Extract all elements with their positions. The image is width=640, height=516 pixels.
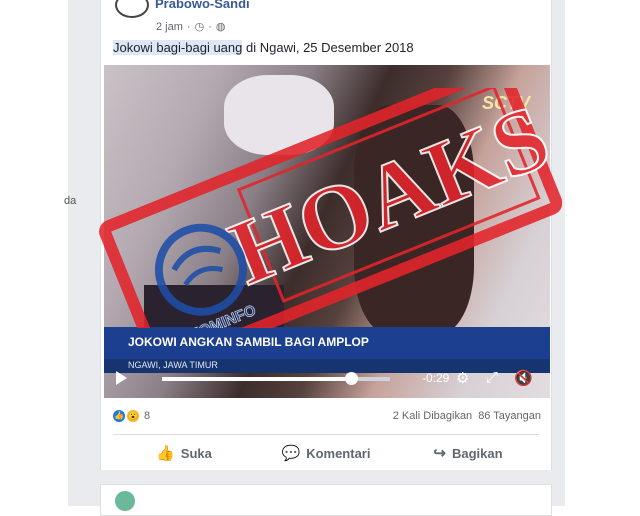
time-remaining: -0:29 — [422, 371, 450, 385]
page-avatar[interactable] — [115, 0, 149, 18]
reactions[interactable]: 👍 😮 8 — [113, 410, 150, 422]
globe-icon: ◍ — [215, 21, 226, 33]
caption-text: di Ngawi, 25 Desember 2018 — [242, 40, 414, 55]
play-icon[interactable] — [116, 371, 127, 385]
view-count: 86 Tayangan — [478, 410, 541, 422]
post-caption: Jokowi bagi-bagi uang di Ngawi, 25 Desem… — [113, 40, 414, 55]
comment-icon: 💬 — [281, 445, 301, 462]
separator-dot: · — [208, 20, 212, 33]
like-label: Suka — [180, 445, 212, 461]
video-player[interactable]: SCTV JOKOWI ANGKAN SAMBIL BAGI AMPLOP NG… — [104, 65, 550, 398]
comment-label: Komentari — [306, 445, 371, 461]
post-actions: 👍 Suka 💬 Komentari ↪ Bagikan — [113, 438, 539, 468]
engagement-bar: 👍 😮 8 2 Kali Dibagikan 86 Tayangan — [113, 410, 541, 428]
video-frame-shape — [354, 105, 474, 335]
clock-icon: ◷ — [194, 21, 205, 33]
share-label: Bagikan — [452, 445, 503, 461]
next-post — [100, 484, 552, 516]
like-button[interactable]: 👍 Suka — [113, 438, 255, 468]
share-count[interactable]: 2 Kali Dibagikan — [393, 410, 473, 422]
sidebar-text-fragment: da — [64, 195, 77, 207]
gear-icon[interactable]: ⚙ — [456, 369, 469, 387]
divider — [113, 434, 539, 435]
post-author[interactable]: Prabowo-Sandi — [155, 0, 250, 11]
post-time[interactable]: 2 jam — [156, 21, 183, 33]
post-stats: 2 Kali Dibagikan 86 Tayangan — [393, 410, 541, 422]
channel-logo: SCTV — [481, 93, 530, 113]
feed-post: Prabowo-Sandi 2 jam · ◷ · ◍ Jokowi bagi-… — [100, 0, 552, 470]
like-reaction-icon: 👍 — [113, 410, 125, 422]
caption-highlight[interactable]: Jokowi bagi-bagi uang — [113, 40, 243, 55]
reaction-count: 8 — [144, 410, 151, 422]
fullscreen-icon[interactable]: ⤢ — [486, 369, 498, 386]
lower-third-title: JOKOWI ANGKAN SAMBIL BAGI AMPLOP — [128, 335, 369, 349]
seek-thumb[interactable] — [345, 372, 359, 385]
share-button[interactable]: ↪ Bagikan — [397, 438, 539, 468]
seek-bar-fill — [162, 377, 352, 381]
separator-dot: · — [186, 20, 191, 33]
seek-bar[interactable] — [162, 372, 390, 385]
news-lower-third: JOKOWI ANGKAN SAMBIL BAGI AMPLOP — [104, 327, 550, 359]
thumbs-up-icon: 👍 — [156, 445, 175, 462]
share-icon: ↪ — [433, 445, 446, 462]
wow-reaction-icon: 😮 — [127, 410, 139, 422]
comment-button[interactable]: 💬 Komentari — [255, 438, 397, 468]
post-meta: 2 jam · ◷ · ◍ — [156, 20, 226, 34]
volume-muted-icon[interactable]: 🔇 — [514, 369, 533, 387]
avatar[interactable] — [115, 491, 135, 511]
video-controls: -0:29 ⚙ ⤢ 🔇 — [104, 365, 550, 395]
video-frame-shape — [224, 75, 334, 155]
